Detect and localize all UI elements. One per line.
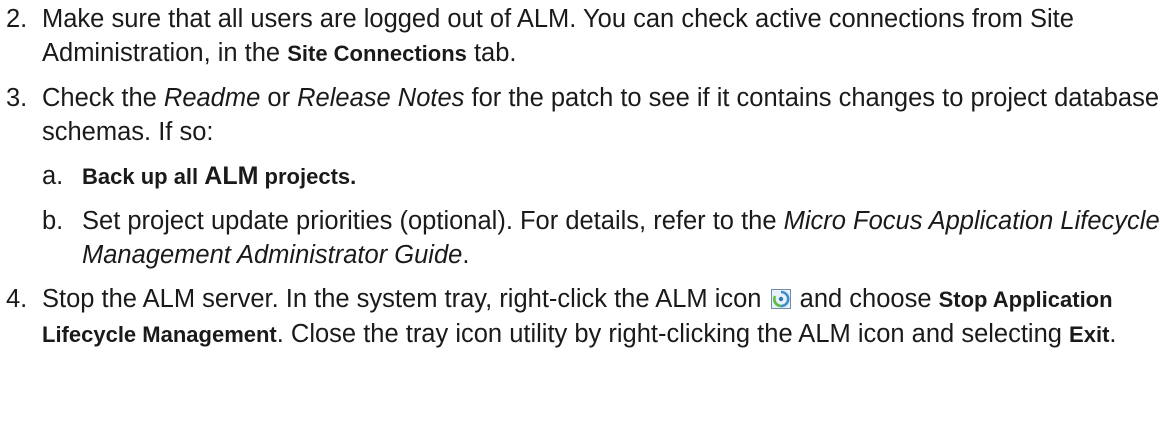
backup-projects-link[interactable]: Back up all ALM projects. (82, 162, 356, 190)
step-text: Check the (42, 84, 164, 112)
substep-text: . (462, 241, 470, 269)
step-text: . Close the tray icon utility by right-c… (276, 320, 1070, 348)
step-text: or (260, 84, 298, 112)
step-text: Make sure that all users are logged out … (42, 5, 1074, 67)
alm-tray-icon (770, 289, 791, 309)
step-number: 2. (6, 5, 28, 33)
doc-reference-readme: Readme (163, 84, 261, 112)
document-body: 2. Make sure that all users are logged o… (0, 2, 1172, 352)
step-text: and choose (792, 285, 939, 313)
step-text: . (1109, 320, 1117, 348)
ui-label-site-connections: Site Connections (287, 41, 467, 66)
step-number: 3. (6, 84, 28, 112)
step-number: 4. (6, 285, 28, 313)
substep-letter: a. (42, 162, 64, 190)
ui-label-exit: Exit (1069, 322, 1110, 347)
doc-reference-release-notes: Release Notes (297, 84, 465, 112)
step-2: 2. Make sure that all users are logged o… (0, 2, 1172, 71)
substep-b: b. Set project update priorities (option… (0, 204, 1172, 272)
step-3: 3. Check the Readme or Release Notes for… (0, 81, 1172, 149)
substep-a: a. Back up all ALM projects. (0, 159, 1172, 194)
substep-text: Set project update priorities (optional)… (82, 207, 784, 235)
step-text: Stop the ALM server. In the system tray,… (42, 285, 769, 313)
substep-letter: b. (42, 207, 64, 235)
step-4: 4. Stop the ALM server. In the system tr… (0, 282, 1172, 352)
step-text: tab. (466, 39, 517, 67)
